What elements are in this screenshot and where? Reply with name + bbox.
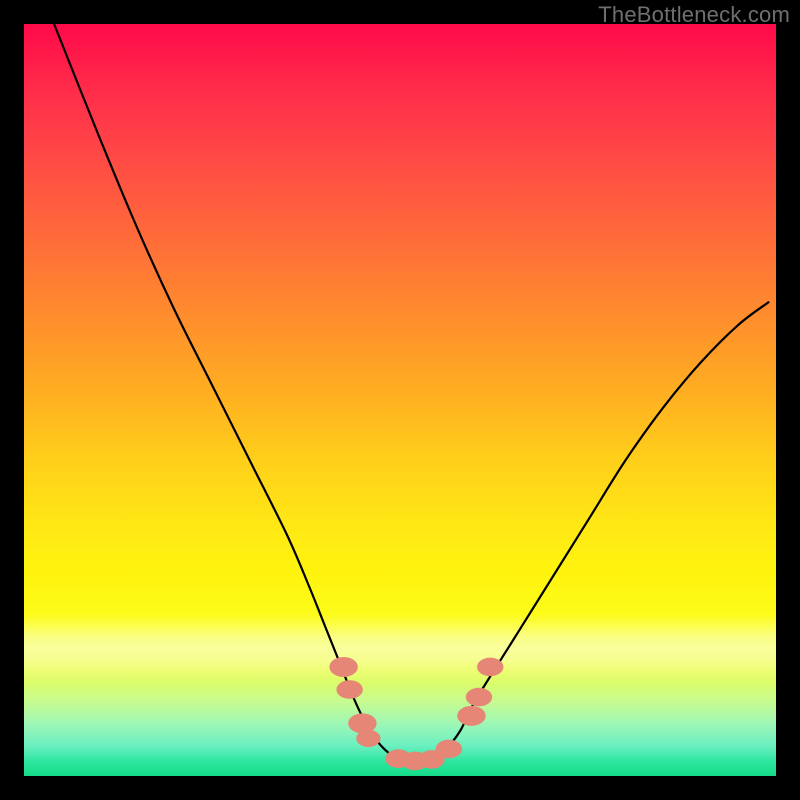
bead (466, 688, 492, 707)
bead (336, 680, 362, 699)
watermark-text: TheBottleneck.com (598, 2, 790, 28)
curve-beads (329, 657, 503, 770)
bead (436, 740, 462, 759)
bead (457, 706, 485, 726)
chart-frame: TheBottleneck.com (0, 0, 800, 800)
bead (477, 658, 503, 677)
bead (329, 657, 357, 677)
bead (356, 730, 380, 747)
bottleneck-curve-svg (24, 24, 776, 776)
plot-area (24, 24, 776, 776)
bottleneck-curve (54, 24, 768, 761)
